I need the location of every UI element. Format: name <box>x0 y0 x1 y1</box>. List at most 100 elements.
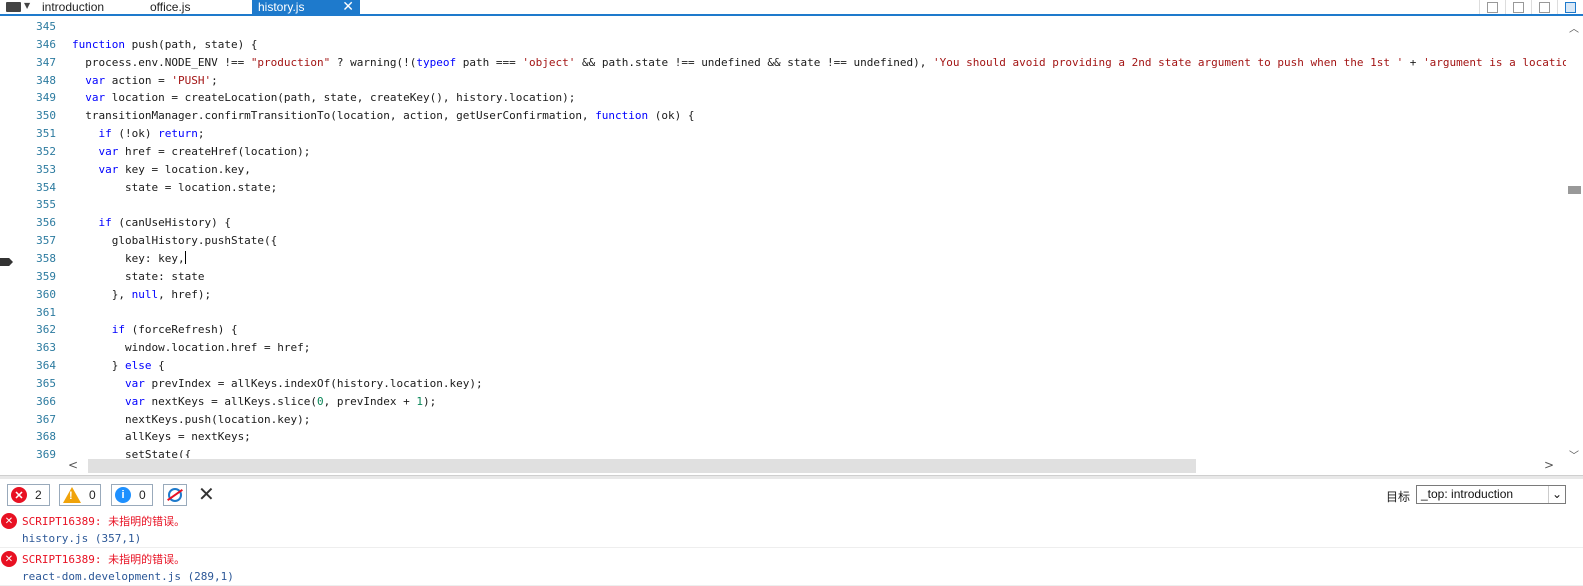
code-line[interactable]: var action = 'PUSH'; <box>72 72 1583 90</box>
clear-on-navigate-icon <box>168 488 182 502</box>
scrollbar-thumb[interactable] <box>1568 186 1581 194</box>
code-icon <box>1539 1 1550 13</box>
info-filter-button[interactable]: i 0 <box>111 484 153 506</box>
error-source-link[interactable]: history.js (357,1) <box>22 532 141 545</box>
line-number[interactable]: 359 <box>16 268 56 286</box>
line-number[interactable]: 363 <box>16 339 56 357</box>
line-number[interactable]: 368 <box>16 428 56 446</box>
code-line[interactable]: var location = createLocation(path, stat… <box>72 89 1583 107</box>
code-line[interactable] <box>72 18 1583 36</box>
scroll-left-icon[interactable]: < <box>68 458 78 472</box>
code-content[interactable]: function push(path, state) { process.env… <box>72 18 1583 464</box>
code-line[interactable]: globalHistory.pushState({ <box>72 232 1583 250</box>
line-number[interactable]: 358 <box>16 250 56 268</box>
code-line[interactable]: if (forceRefresh) { <box>72 321 1583 339</box>
code-line[interactable]: window.location.href = href; <box>72 339 1583 357</box>
code-line[interactable]: var href = createHref(location); <box>72 143 1583 161</box>
error-source-link[interactable]: react-dom.development.js (289,1) <box>22 570 234 583</box>
current-statement-arrow-icon <box>0 258 13 266</box>
code-line[interactable]: }, null, href); <box>72 286 1583 304</box>
pane-splitter[interactable] <box>0 475 1583 479</box>
tab-office-js[interactable]: office.js <box>144 0 252 14</box>
code-line[interactable]: state: state <box>72 268 1583 286</box>
line-number[interactable]: 364 <box>16 357 56 375</box>
error-message-text: SCRIPT16389: 未指明的错误。 <box>22 515 186 528</box>
line-number[interactable]: 350 <box>16 107 56 125</box>
tab-introduction[interactable]: introduction <box>36 0 144 14</box>
line-number-gutter[interactable]: 345 346 347 348 349 350 351 352 353 354 355 356 357 3… <box>16 18 56 464</box>
folder-icon <box>6 2 21 12</box>
word-wrap-button[interactable] <box>1505 0 1531 14</box>
map-icon <box>1565 1 1576 13</box>
line-number[interactable]: 361 <box>16 304 56 322</box>
source-map-button[interactable] <box>1557 0 1583 14</box>
line-number[interactable]: 362 <box>16 321 56 339</box>
tab-label: introduction <box>42 0 105 14</box>
scroll-up-icon[interactable]: ︿ <box>1569 20 1579 35</box>
line-number[interactable]: 351 <box>16 125 56 143</box>
line-number[interactable]: 352 <box>16 143 56 161</box>
line-number[interactable]: 347 <box>16 54 56 72</box>
vertical-scrollbar[interactable]: ︿ ﹀ <box>1566 18 1583 462</box>
just-my-code-button[interactable] <box>1531 0 1557 14</box>
warnings-filter-button[interactable]: ! 0 <box>59 484 101 506</box>
warning-icon: ! <box>63 487 81 503</box>
tab-label: history.js <box>258 0 305 14</box>
line-number[interactable]: 354 <box>16 179 56 197</box>
code-line[interactable]: nextKeys.push(location.key); <box>72 411 1583 429</box>
error-icon: ✕ <box>1 513 17 529</box>
info-icon: i <box>115 487 131 503</box>
code-line[interactable] <box>72 196 1583 214</box>
code-line[interactable]: if (canUseHistory) { <box>72 214 1583 232</box>
braces-icon <box>1487 1 1498 13</box>
dropdown-arrow-icon: ▼ <box>24 1 31 10</box>
line-number[interactable]: 355 <box>16 196 56 214</box>
scroll-down-icon[interactable]: ﹀ <box>1569 447 1579 462</box>
clear-console-button[interactable]: ✕ <box>198 483 215 505</box>
line-number[interactable]: 348 <box>16 72 56 90</box>
scroll-right-icon[interactable]: > <box>1544 458 1554 472</box>
code-line[interactable]: var key = location.key, <box>72 161 1583 179</box>
wrap-icon <box>1513 1 1524 13</box>
console-output: ✕ SCRIPT16389: 未指明的错误。 history.js (357,1… <box>0 510 1583 586</box>
line-number[interactable]: 346 <box>16 36 56 54</box>
pretty-print-button[interactable] <box>1479 0 1505 14</box>
error-icon: ✕ <box>1 551 17 567</box>
code-line[interactable]: var prevIndex = allKeys.indexOf(history.… <box>72 375 1583 393</box>
scrollbar-thumb[interactable] <box>88 459 1196 473</box>
code-line[interactable]: function push(path, state) { <box>72 36 1583 54</box>
code-line[interactable]: if (!ok) return; <box>72 125 1583 143</box>
horizontal-scrollbar[interactable]: < > <box>56 458 1566 474</box>
code-line[interactable] <box>72 304 1583 322</box>
tab-history-js[interactable]: history.js ✕ <box>252 0 360 14</box>
code-line[interactable]: } else { <box>72 357 1583 375</box>
errors-filter-button[interactable]: ✕ 2 <box>7 484 50 506</box>
line-number[interactable]: 360 <box>16 286 56 304</box>
tab-list-menu-button[interactable]: ▼ <box>4 1 32 14</box>
target-select[interactable]: _top: introduction ⌄ <box>1416 485 1566 504</box>
code-line[interactable]: state = location.state; <box>72 179 1583 197</box>
code-line[interactable]: key: key, <box>72 250 1583 268</box>
line-number[interactable]: 365 <box>16 375 56 393</box>
line-number[interactable]: 357 <box>16 232 56 250</box>
line-number[interactable]: 349 <box>16 89 56 107</box>
line-number[interactable]: 356 <box>16 214 56 232</box>
code-line[interactable]: transitionManager.confirmTransitionTo(lo… <box>72 107 1583 125</box>
error-message-text: SCRIPT16389: 未指明的错误。 <box>22 553 186 566</box>
errors-count: 2 <box>35 488 42 502</box>
chevron-down-icon: ⌄ <box>1548 486 1565 503</box>
close-tab-icon[interactable]: ✕ <box>342 0 354 13</box>
code-editor[interactable]: 345 346 347 348 349 350 351 352 353 354 355 356 357 3… <box>0 18 1583 474</box>
console-toolbar: ✕ 2 ! 0 i 0 ✕ 目标 _top: introduction ⌄ <box>0 480 1583 508</box>
line-number[interactable]: 353 <box>16 161 56 179</box>
code-line[interactable]: var nextKeys = allKeys.slice(0, prevInde… <box>72 393 1583 411</box>
line-number[interactable]: 366 <box>16 393 56 411</box>
line-number[interactable]: 367 <box>16 411 56 429</box>
line-number[interactable]: 369 <box>16 446 56 464</box>
code-line[interactable]: process.env.NODE_ENV !== "production" ? … <box>72 54 1583 72</box>
clear-on-navigate-button[interactable] <box>163 484 187 506</box>
line-number[interactable]: 345 <box>16 18 56 36</box>
target-select-value: _top: introduction <box>1421 487 1514 501</box>
code-line[interactable]: allKeys = nextKeys; <box>72 428 1583 446</box>
info-count: 0 <box>139 488 146 502</box>
